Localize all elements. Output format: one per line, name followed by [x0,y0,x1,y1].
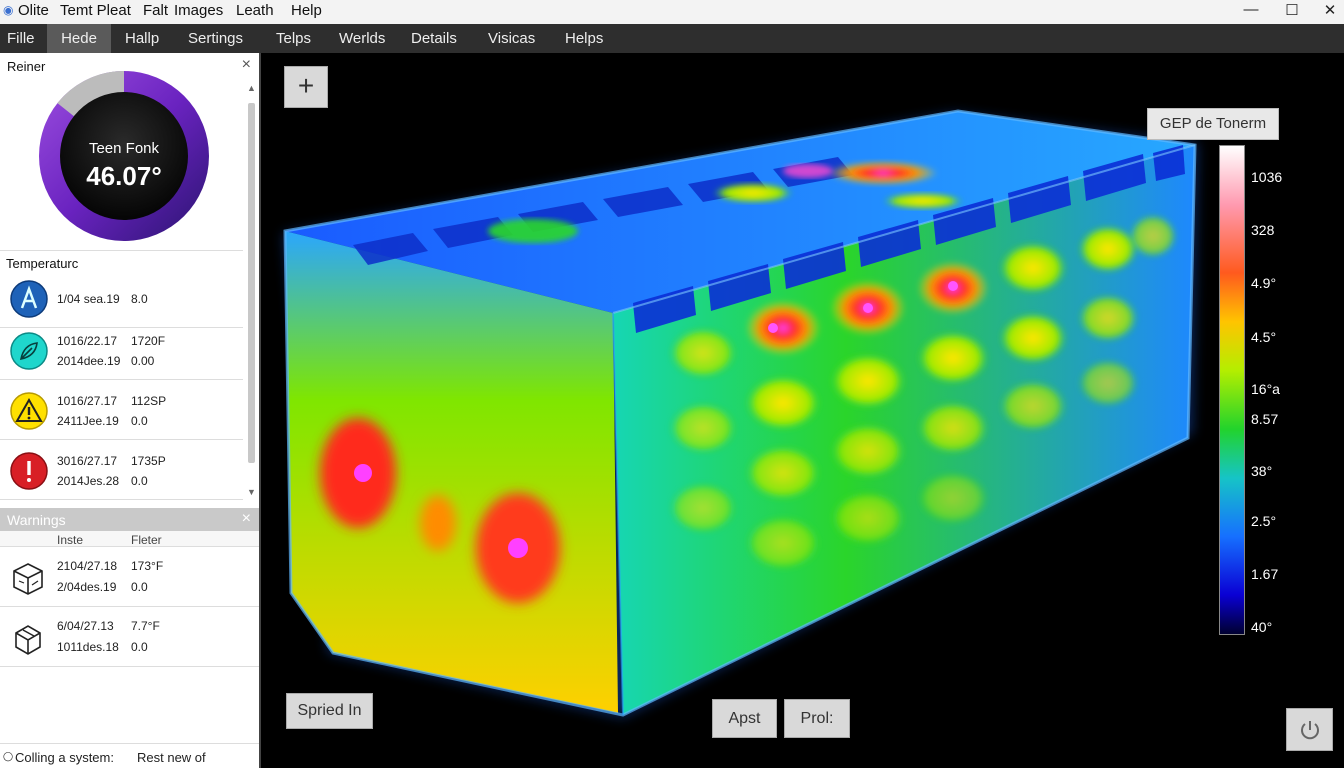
scale-tick: 16°a [1251,381,1280,397]
title-menu-falt[interactable]: Falt [143,2,168,19]
gauge-label: Teen Fonk [88,140,160,157]
temperature-gauge: Teen Fonk 46.07° [37,69,211,243]
warning-date-2: 2/04des.19 [57,580,117,594]
power-icon [1300,721,1319,740]
warnings-col-inste[interactable]: Inste [57,533,83,547]
status-bar: ◯ Colling a system: Rest new of [0,743,259,768]
app-window: ◉ Olite Temt Pleat Falt Images Leath Hel… [0,0,1344,768]
title-menu-olite[interactable]: Olite [18,2,49,19]
scale-tick: 1.67 [1251,566,1279,582]
warning-value: 173°F [131,559,164,573]
status-right-text: Rest new of [137,750,206,765]
menu-fille[interactable]: Fille [1,24,41,53]
panel-close-icon[interactable]: × [242,56,251,74]
thermal-battery-image [283,109,1198,718]
cube-icon [13,563,43,595]
title-menu-leath[interactable]: Leath [236,2,274,19]
warning-icon [10,392,48,430]
menu-sertings[interactable]: Sertings [182,24,249,53]
warnings-close-icon[interactable]: × [242,510,251,528]
row-value: 1735P [131,454,166,468]
scroll-thumb[interactable] [248,103,255,463]
row-value: 112SP [131,394,167,408]
add-button[interactable]: + [284,66,328,108]
error-icon [10,452,48,490]
row-date: 3016/27.17 [57,454,118,468]
title-bar: ◉ Olite Temt Pleat Falt Images Leath Hel… [0,0,1344,24]
color-scale-bar [1219,145,1245,635]
left-panel: Reiner × Teen Fonk 46.07° ▲ ▼ Temperatur… [0,53,261,768]
gauge-value: 46.07° [86,161,162,191]
temperature-row[interactable]: 1/04 sea.19 8.0 [0,268,243,328]
menu-visicas[interactable]: Visicas [482,24,541,53]
box-icon [15,625,41,655]
menu-telps[interactable]: Telps [270,24,317,53]
row-value-2: 0.0 [131,474,148,488]
row-value: 1720F [131,334,166,348]
warning-date: 6/04/27.13 [57,619,114,633]
menu-werlds[interactable]: Werlds [333,24,391,53]
temperature-row[interactable]: 3016/27.17 1735P 2014Jes.28 0.0 [0,440,243,500]
row-date: 1016/27.17 [57,394,118,408]
warning-row[interactable]: 6/04/27.13 7.7°F 1011des.18 0.0 [0,607,259,667]
menu-bar: Fille Hede Hallp Sertings Telps Werlds D… [0,24,1344,53]
row-date-2: 2014dee.19 [57,354,121,368]
warning-row[interactable]: 2104/27.18 173°F 2/04des.19 0.0 [0,547,259,607]
scale-tick: 38° [1251,463,1273,479]
app-logo-icon: ◉ [3,3,14,17]
blue-a-icon [10,280,48,318]
warnings-col-fleter[interactable]: Fleter [131,533,162,547]
scroll-down-icon[interactable]: ▼ [247,487,256,497]
temperature-row[interactable]: 1016/22.17 1720F 2014dee.19 0.00 [0,320,243,380]
row-value-2: 0.0 [131,414,148,428]
scale-tick: 40° [1251,619,1273,635]
scale-tick: 1036 [1251,169,1283,185]
menu-details[interactable]: Details [405,24,463,53]
warning-value-2: 0.0 [131,580,148,594]
warning-value: 7.7°F [131,619,160,633]
title-menu-temt-pleat[interactable]: Temt Pleat [60,2,131,19]
prol-button[interactable]: Prol: [784,699,850,738]
power-button[interactable] [1286,708,1333,751]
close-icon[interactable]: ✕ [1320,1,1340,19]
warnings-column-header [0,531,259,547]
menu-helps[interactable]: Helps [559,24,609,53]
row-date-2: 2411Jee.19 [57,414,119,428]
panel-scrollbar[interactable]: ▲ ▼ [247,83,256,498]
title-menu-help[interactable]: Help [291,2,322,19]
minimize-icon[interactable]: — [1241,1,1261,18]
menu-hede[interactable]: Hede [47,24,111,53]
warning-date: 2104/27.18 [57,559,118,573]
row-value-2: 0.00 [131,354,155,368]
scale-tick: 2.5° [1251,513,1277,529]
warnings-title: Warnings [7,512,66,528]
cyan-leaf-icon [10,332,48,370]
legend-title: GEP de Tonerm [1147,108,1279,140]
thermal-viewport[interactable]: + GEP de Tonerm 1036 328 4.9° 4.5° 16°a … [263,53,1344,768]
spried-in-button[interactable]: Spried In [286,693,373,729]
apst-button[interactable]: Apst [712,699,777,738]
row-date: 1/04 sea.19 [57,292,120,306]
scroll-up-icon[interactable]: ▲ [247,83,256,93]
scale-tick: 4.9° [1251,275,1277,291]
row-date: 1016/22.17 [57,334,118,348]
status-left-text: Colling a system: [15,750,114,765]
row-value: 8.0 [131,292,148,306]
title-menu-images[interactable]: Images [174,2,223,19]
status-dot-icon: ◯ [3,751,14,761]
scale-tick: 8.57 [1251,411,1279,427]
warning-date-2: 1011des.18 [57,640,119,654]
warning-value-2: 0.0 [131,640,148,654]
maximize-icon[interactable]: ☐ [1282,1,1302,19]
menu-hallp[interactable]: Hallp [119,24,165,53]
temperature-row[interactable]: 1016/27.17 112SP 2411Jee.19 0.0 [0,380,243,440]
row-date-2: 2014Jes.28 [57,474,120,488]
scale-tick: 4.5° [1251,329,1277,345]
warnings-header: Warnings × [0,508,259,532]
scale-tick: 328 [1251,222,1275,238]
